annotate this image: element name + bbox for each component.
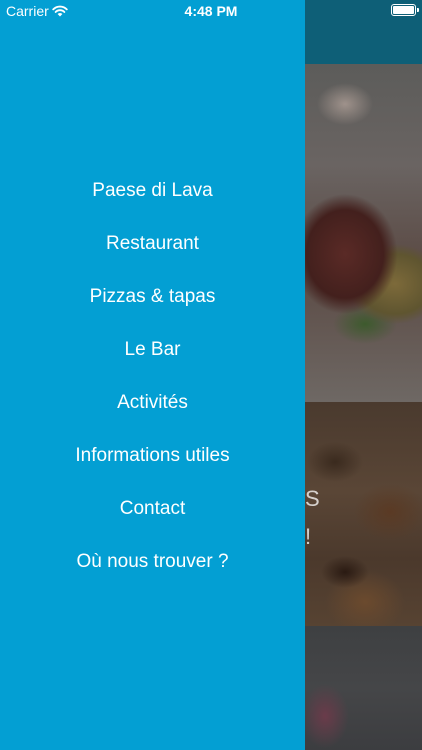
restaurant-card-image[interactable]: [305, 64, 422, 402]
battery-icon: [391, 4, 419, 16]
status-time: 4:48 PM: [184, 3, 238, 19]
card-title-fragment: S: [305, 486, 320, 511]
drawer-menu-list: Paese di Lava Restaurant Pizzas & tapas …: [0, 164, 305, 588]
menu-item-informations-utiles[interactable]: Informations utiles: [0, 429, 305, 482]
battery-tip: [417, 8, 419, 12]
menu-item-le-bar[interactable]: Le Bar: [0, 323, 305, 376]
menu-item-activites[interactable]: Activités: [0, 376, 305, 429]
bar-card-image[interactable]: [305, 626, 422, 750]
pizzas-card-image[interactable]: S !: [305, 402, 422, 626]
menu-item-contact[interactable]: Contact: [0, 482, 305, 535]
status-bar: Carrier 4:48 PM: [0, 0, 422, 22]
card-subtitle-fragment: !: [305, 524, 312, 549]
menu-item-paese-di-lava[interactable]: Paese di Lava: [0, 164, 305, 217]
menu-item-restaurant[interactable]: Restaurant: [0, 217, 305, 270]
menu-item-pizzas-tapas[interactable]: Pizzas & tapas: [0, 270, 305, 323]
side-drawer-menu: Paese di Lava Restaurant Pizzas & tapas …: [0, 0, 305, 750]
menu-item-ou-nous-trouver[interactable]: Où nous trouver ?: [0, 535, 305, 588]
battery-fill: [393, 6, 414, 14]
